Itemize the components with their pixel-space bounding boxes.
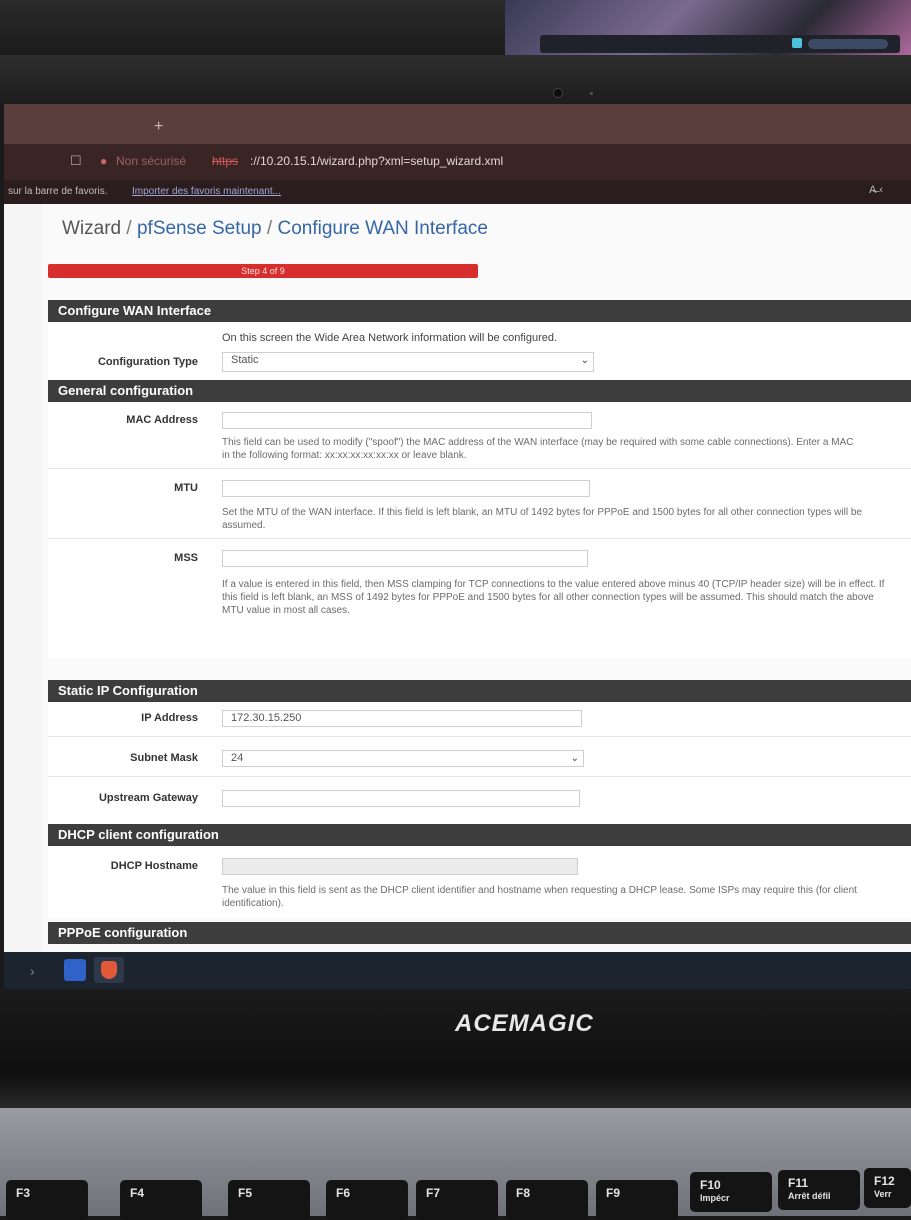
url-text[interactable]: ://10.20.15.1/wizard.php?xml=setup_wizar… bbox=[250, 154, 503, 168]
bookmarks-bar: sur la barre de favoris. Importer des fa… bbox=[4, 180, 911, 204]
dhcp-hostname-label: DHCP Hostname bbox=[110, 860, 198, 872]
security-label[interactable]: Non sécurisé bbox=[116, 154, 186, 168]
edge-icon[interactable] bbox=[64, 959, 86, 981]
import-bookmarks-link[interactable]: Importer des favoris maintenant... bbox=[132, 186, 281, 197]
key-f4[interactable]: F4 bbox=[120, 1180, 202, 1220]
section-configure-wan-header: Configure WAN Interface bbox=[48, 300, 911, 322]
row-divider bbox=[48, 468, 911, 469]
taskbar-chevron-icon[interactable]: › bbox=[30, 963, 35, 979]
mtu-help-1: Set the MTU of the WAN interface. If thi… bbox=[222, 507, 862, 518]
laptop-bezel bbox=[0, 55, 911, 105]
section-dhcp-header: DHCP client configuration bbox=[48, 824, 911, 846]
monitor-app-icon bbox=[792, 38, 802, 48]
section-general: MAC Address This field can be used to mo… bbox=[48, 402, 911, 658]
address-bar[interactable]: ☐ ● Non sécurisé https ://10.20.15.1/wiz… bbox=[4, 144, 911, 180]
upstream-gateway-select[interactable] bbox=[222, 790, 580, 807]
chevron-down-icon: ⌄ bbox=[570, 753, 579, 764]
mss-help-2: this field is left blank, an MSS of 1492… bbox=[222, 592, 874, 603]
new-tab-button[interactable]: + bbox=[154, 118, 163, 136]
key-f3[interactable]: F3 bbox=[6, 1180, 88, 1220]
wizard-progress-bar: Step 4 of 9 bbox=[48, 264, 478, 278]
breadcrumb-current[interactable]: Configure WAN Interface bbox=[277, 218, 488, 239]
key-f6[interactable]: F6 bbox=[326, 1180, 408, 1220]
monitor-search-icon bbox=[808, 39, 888, 49]
configuration-type-select[interactable]: Static ⌄ bbox=[222, 352, 594, 372]
mss-help-3: MTU value in most all cases. bbox=[222, 605, 350, 616]
webcam-icon bbox=[553, 88, 563, 98]
mss-help-1: If a value is entered in this field, the… bbox=[222, 579, 885, 590]
webcam-led bbox=[590, 92, 593, 95]
pfsense-page: Wizard / pfSense Setup / Configure WAN I… bbox=[42, 204, 911, 989]
ip-address-label: IP Address bbox=[141, 712, 198, 724]
key-f11[interactable]: F11 Arrêt défil bbox=[778, 1170, 860, 1210]
mss-label: MSS bbox=[174, 552, 198, 564]
progress-label: Step 4 of 9 bbox=[241, 266, 285, 276]
laptop-lower-bezel: ACEMAGIC bbox=[0, 989, 911, 1109]
key-f5[interactable]: F5 bbox=[228, 1180, 310, 1220]
key-f12[interactable]: F12 Verr bbox=[864, 1168, 911, 1208]
section-static-ip-header: Static IP Configuration bbox=[48, 680, 911, 702]
mac-address-label: MAC Address bbox=[126, 414, 198, 426]
key-f8[interactable]: F8 bbox=[506, 1180, 588, 1220]
mac-address-input[interactable] bbox=[222, 412, 592, 429]
key-f7[interactable]: F7 bbox=[416, 1180, 498, 1220]
row-divider bbox=[48, 538, 911, 539]
mtu-help-2: assumed. bbox=[222, 520, 266, 531]
dhcp-hostname-input[interactable] bbox=[222, 858, 578, 875]
laptop-screen: + ☐ ● Non sécurisé https ://10.20.15.1/w… bbox=[4, 104, 911, 989]
breadcrumb-pfsense-setup[interactable]: pfSense Setup bbox=[137, 218, 262, 239]
section-dhcp: DHCP Hostname The value in this field is… bbox=[48, 846, 911, 918]
dhcp-hostname-help-2: identification). bbox=[222, 898, 284, 909]
configuration-type-label: Configuration Type bbox=[97, 356, 198, 368]
section-pppoe-header: PPPoE configuration bbox=[48, 922, 911, 944]
subnet-mask-label: Subnet Mask bbox=[130, 752, 198, 764]
warning-icon: ● bbox=[100, 154, 108, 168]
configure-wan-intro: On this screen the Wide Area Network inf… bbox=[222, 332, 558, 344]
url-scheme: https bbox=[212, 154, 239, 168]
browser-tab-strip: + bbox=[4, 104, 911, 144]
key-f9[interactable]: F9 bbox=[596, 1180, 678, 1220]
mss-input[interactable] bbox=[222, 550, 588, 567]
translate-icon[interactable]: A̶ ‹ bbox=[869, 184, 883, 196]
breadcrumb: Wizard / pfSense Setup / Configure WAN I… bbox=[62, 218, 488, 239]
mac-address-help-1: This field can be used to modify ("spoof… bbox=[222, 437, 854, 448]
ip-address-input[interactable]: 172.30.15.250 bbox=[222, 710, 582, 727]
mtu-input[interactable] bbox=[222, 480, 590, 497]
row-divider bbox=[48, 736, 911, 737]
dhcp-hostname-help-1: The value in this field is sent as the D… bbox=[222, 885, 857, 896]
key-f10[interactable]: F10 Impécr bbox=[690, 1172, 772, 1212]
windows-taskbar: › bbox=[4, 952, 911, 989]
bookmarks-bar-text: sur la barre de favoris. bbox=[8, 186, 108, 197]
breadcrumb-wizard: Wizard bbox=[62, 218, 122, 239]
bookmark-icon[interactable]: ☐ bbox=[70, 153, 82, 169]
section-configure-wan: On this screen the Wide Area Network inf… bbox=[48, 322, 911, 380]
laptop-brand-logo: ACEMAGIC bbox=[455, 1010, 594, 1037]
brave-lion-icon bbox=[101, 961, 117, 979]
chevron-down-icon: ⌄ bbox=[580, 355, 589, 366]
section-static-ip: IP Address 172.30.15.250 Subnet Mask 24 … bbox=[48, 702, 911, 824]
upstream-gateway-label: Upstream Gateway bbox=[98, 792, 198, 804]
mac-address-help-2: in the following format: xx:xx:xx:xx:xx:… bbox=[222, 450, 467, 461]
section-general-header: General configuration bbox=[48, 380, 911, 402]
row-divider bbox=[48, 776, 911, 777]
subnet-mask-select[interactable]: 24 ⌄ bbox=[222, 750, 584, 767]
mtu-label: MTU bbox=[174, 482, 198, 494]
